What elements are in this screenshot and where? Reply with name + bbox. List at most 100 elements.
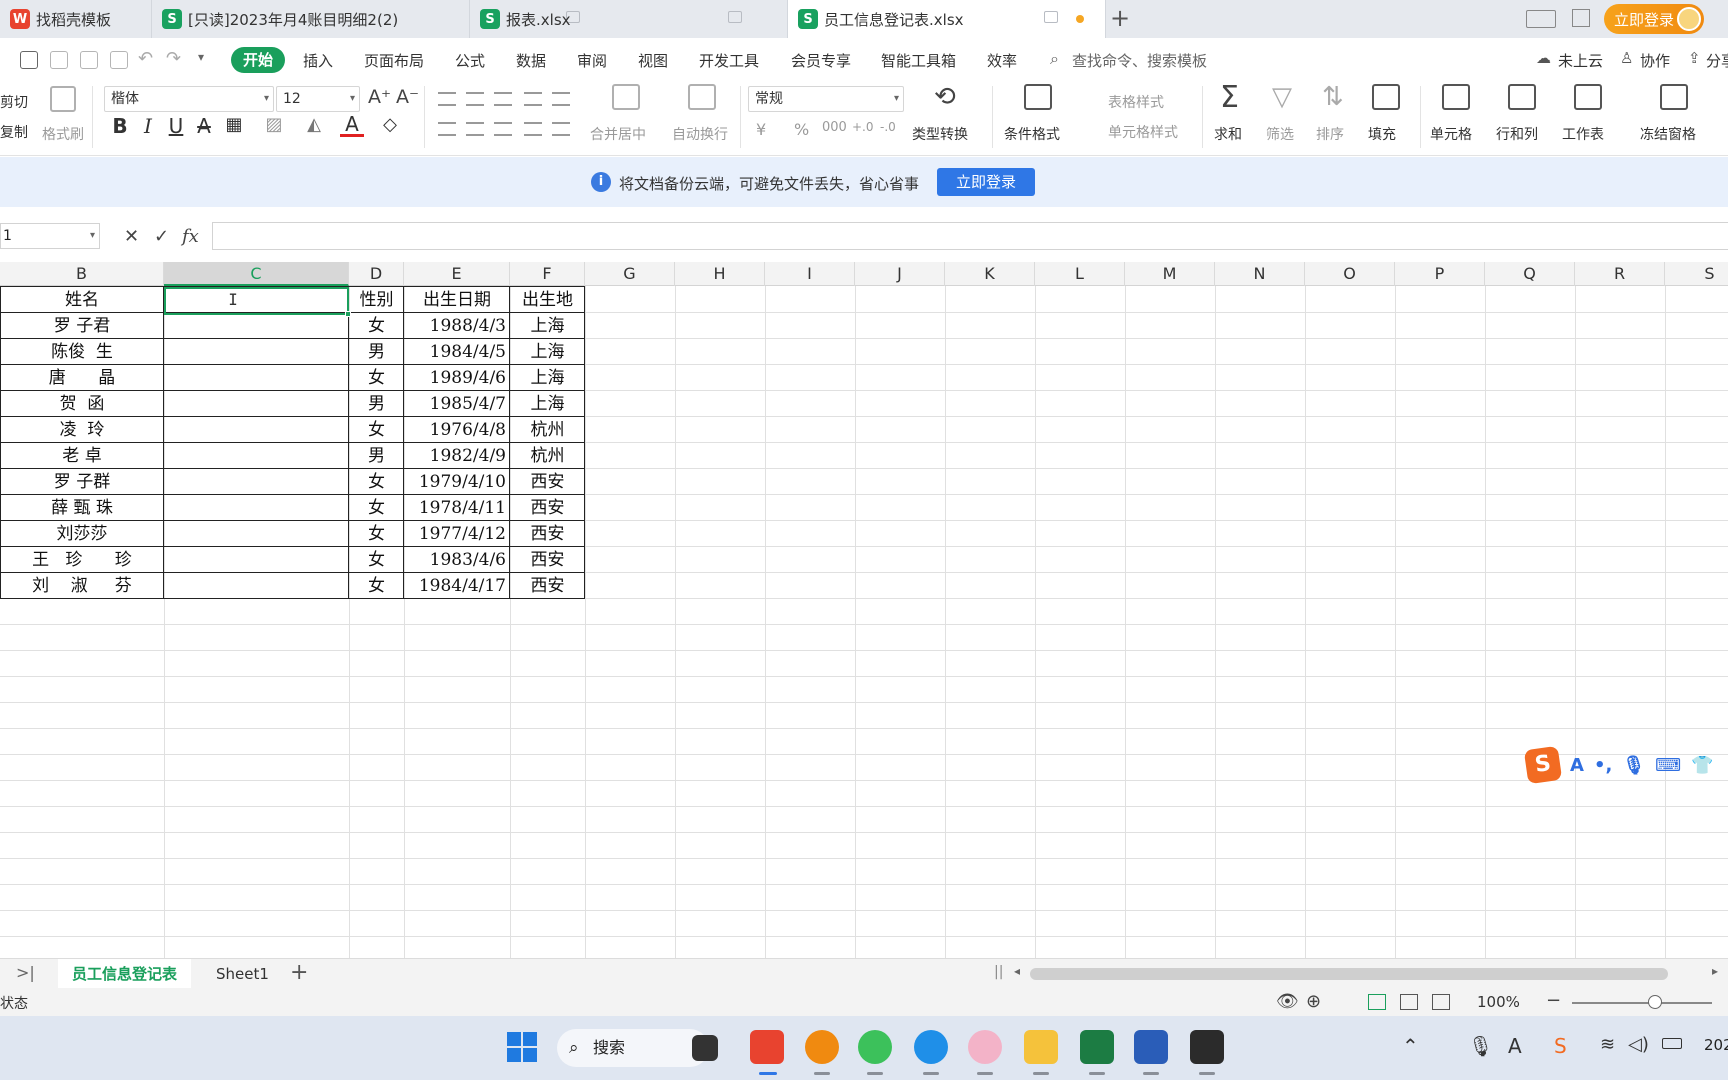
screen-recorder-icon[interactable] bbox=[1190, 1030, 1224, 1064]
add-sheet-button[interactable]: + bbox=[290, 960, 308, 985]
column-header-I[interactable]: I bbox=[765, 262, 855, 286]
table-cell[interactable]: 1977/4/12 bbox=[404, 521, 510, 547]
notice-login-button[interactable]: 立即登录 bbox=[937, 168, 1035, 196]
menu-member[interactable]: 会员专享 bbox=[791, 50, 851, 71]
menu-formula[interactable]: 公式 bbox=[455, 50, 485, 71]
table-cell[interactable] bbox=[164, 417, 349, 443]
column-header-H[interactable]: H bbox=[675, 262, 765, 286]
underline-button[interactable]: U bbox=[164, 114, 188, 138]
table-cell[interactable]: 1983/4/6 bbox=[404, 547, 510, 573]
zoom-level[interactable]: 100% bbox=[1477, 993, 1520, 1011]
tab-template-store[interactable]: W 找稻壳模板 bbox=[0, 0, 152, 38]
cell-style-button[interactable]: 单元格样式 bbox=[1108, 122, 1178, 142]
font-shrink-icon[interactable]: A⁻ bbox=[396, 86, 419, 108]
table-cell[interactable]: 1984/4/17 bbox=[404, 573, 510, 599]
menu-page-layout[interactable]: 页面布局 bbox=[364, 50, 424, 71]
table-cell[interactable]: 1982/4/9 bbox=[404, 443, 510, 469]
table-cell[interactable]: 女 bbox=[349, 521, 404, 547]
distributed-icon[interactable] bbox=[552, 122, 570, 136]
excel-icon[interactable] bbox=[1080, 1030, 1114, 1064]
volume-icon[interactable]: ◁) bbox=[1628, 1034, 1649, 1055]
zoom-out-icon[interactable]: − bbox=[1546, 990, 1561, 1011]
chevron-down-icon[interactable]: ▾ bbox=[198, 50, 204, 64]
column-header-P[interactable]: P bbox=[1395, 262, 1485, 286]
table-cell[interactable]: 1984/4/5 bbox=[404, 339, 510, 365]
decrease-decimal-button[interactable]: -.0 bbox=[880, 120, 896, 134]
sort-button[interactable]: 排序 bbox=[1316, 124, 1344, 144]
ime-indicator-icon[interactable]: A bbox=[1508, 1034, 1522, 1058]
redo-icon[interactable]: ↷ bbox=[166, 48, 181, 69]
border-icon[interactable]: ▦ bbox=[222, 114, 246, 135]
menu-smart-toolbox[interactable]: 智能工具箱 bbox=[881, 50, 956, 71]
justify-icon[interactable] bbox=[524, 122, 542, 136]
table-cell[interactable]: 男 bbox=[349, 339, 404, 365]
center-icon[interactable]: ⊕ bbox=[1306, 991, 1321, 1012]
wrap-text-button[interactable]: 自动换行 bbox=[672, 124, 728, 144]
table-cell[interactable]: 女 bbox=[349, 495, 404, 521]
table-cell[interactable]: 女 bbox=[349, 365, 404, 391]
collaborate-button[interactable]: 协作 bbox=[1640, 50, 1670, 71]
table-style-button[interactable]: 表格样式 bbox=[1108, 92, 1164, 112]
table-header-cell[interactable]: 出生日期 bbox=[404, 287, 510, 313]
confirm-icon[interactable]: ✓ bbox=[154, 226, 169, 247]
table-cell[interactable]: 刘莎莎 bbox=[0, 521, 164, 547]
qq-pet-icon[interactable] bbox=[968, 1030, 1002, 1064]
font-grow-icon[interactable]: A⁺ bbox=[368, 86, 391, 108]
ime-punctuation-icon[interactable]: •, bbox=[1594, 755, 1612, 776]
table-cell[interactable]: 西安 bbox=[510, 495, 585, 521]
tab-ledger-readonly[interactable]: S [只读]2023年月4账目明细2(2) bbox=[152, 0, 580, 38]
table-cell[interactable]: 女 bbox=[349, 573, 404, 599]
print-preview-icon[interactable] bbox=[110, 51, 128, 69]
table-cell[interactable]: 西安 bbox=[510, 521, 585, 547]
currency-format-button[interactable]: ¥ bbox=[756, 120, 766, 139]
zoom-slider-knob[interactable] bbox=[1648, 995, 1662, 1009]
table-header-cell[interactable]: 性别 bbox=[349, 287, 404, 313]
menu-data[interactable]: 数据 bbox=[516, 50, 546, 71]
command-search[interactable]: 查找命令、搜索模板 bbox=[1072, 50, 1207, 71]
row-col-button[interactable]: 行和列 bbox=[1496, 124, 1538, 144]
table-cell[interactable]: 女 bbox=[349, 469, 404, 495]
table-cell[interactable]: 老 卓 bbox=[0, 443, 164, 469]
table-cell[interactable]: 罗 子群 bbox=[0, 469, 164, 495]
menu-view[interactable]: 视图 bbox=[638, 50, 668, 71]
login-button[interactable]: 立即登录 bbox=[1604, 4, 1704, 34]
fill-color-icon[interactable]: ◭ bbox=[302, 114, 326, 135]
formula-input[interactable] bbox=[212, 222, 1728, 250]
column-header-R[interactable]: R bbox=[1575, 262, 1665, 286]
column-header-C[interactable]: C bbox=[164, 262, 349, 286]
table-cell[interactable]: 上海 bbox=[510, 339, 585, 365]
font-size-select[interactable]: 12 bbox=[276, 86, 360, 112]
name-box[interactable]: 1 ▾ bbox=[0, 223, 100, 249]
page-break-view-icon[interactable] bbox=[1432, 994, 1450, 1010]
cell-button[interactable]: 单元格 bbox=[1430, 124, 1472, 144]
share-button[interactable]: 分享 bbox=[1706, 50, 1728, 71]
table-cell[interactable]: 凌 玲 bbox=[0, 417, 164, 443]
column-header-E[interactable]: E bbox=[404, 262, 510, 286]
table-cell[interactable]: 男 bbox=[349, 391, 404, 417]
merge-center-button[interactable]: 合并居中 bbox=[590, 124, 646, 144]
table-cell[interactable]: 1988/4/3 bbox=[404, 313, 510, 339]
table-cell[interactable] bbox=[164, 365, 349, 391]
table-header-cell[interactable]: 姓名 bbox=[0, 287, 164, 313]
table-cell[interactable]: 西安 bbox=[510, 469, 585, 495]
column-header-Q[interactable]: Q bbox=[1485, 262, 1575, 286]
scroll-right-icon[interactable]: ▸ bbox=[1712, 964, 1718, 978]
table-cell[interactable]: 上海 bbox=[510, 365, 585, 391]
table-cell[interactable]: 上海 bbox=[510, 391, 585, 417]
microphone-icon[interactable]: 🎙 bbox=[1622, 755, 1645, 776]
sogou-ime-icon[interactable]: S bbox=[1523, 745, 1563, 785]
table-cell[interactable]: 女 bbox=[349, 313, 404, 339]
eye-protection-icon[interactable]: 👁 bbox=[1276, 991, 1299, 1012]
table-cell[interactable]: 1985/4/7 bbox=[404, 391, 510, 417]
table-cell[interactable]: 西安 bbox=[510, 573, 585, 599]
task-view-icon[interactable] bbox=[692, 1035, 718, 1061]
zoom-slider[interactable] bbox=[1572, 1002, 1712, 1004]
sheet-nav-last-icon[interactable]: >| bbox=[16, 963, 35, 982]
table-cell[interactable]: 上海 bbox=[510, 313, 585, 339]
align-left-icon[interactable] bbox=[438, 122, 456, 136]
increase-decimal-button[interactable]: +.0 bbox=[852, 120, 874, 134]
sogou-tray-icon[interactable]: S bbox=[1554, 1034, 1567, 1058]
undo-icon[interactable]: ↶ bbox=[138, 48, 153, 69]
table-cell[interactable] bbox=[164, 573, 349, 599]
wechat-icon[interactable] bbox=[858, 1030, 892, 1064]
